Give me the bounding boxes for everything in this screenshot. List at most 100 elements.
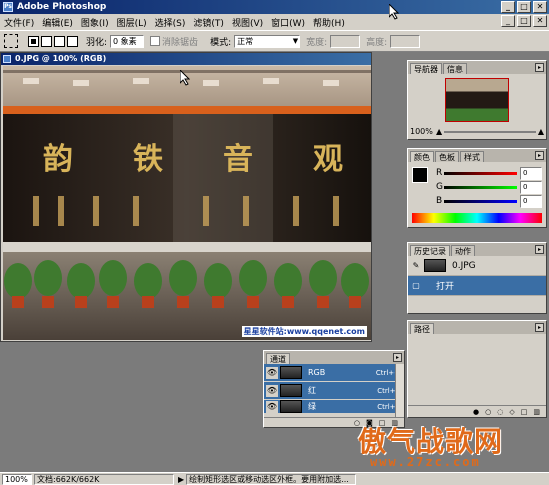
- channel-thumbnail: [280, 366, 302, 379]
- delete-path-icon[interactable]: ▥: [533, 408, 540, 416]
- tab-history[interactable]: 历史记录: [410, 245, 450, 256]
- panel-menu-icon[interactable]: ▸: [535, 151, 544, 160]
- new-path-icon[interactable]: □: [521, 408, 528, 416]
- panel-menu-icon[interactable]: ▸: [535, 323, 544, 332]
- history-brush-icon: ✎: [412, 260, 420, 270]
- navigator-zoom[interactable]: 100%: [410, 127, 436, 136]
- red-slider[interactable]: [444, 171, 517, 175]
- intersect-selection-icon[interactable]: [67, 35, 78, 47]
- channel-g-label: G: [436, 182, 443, 192]
- minimize-button[interactable]: _: [501, 1, 515, 13]
- menu-select[interactable]: 选择(S): [155, 16, 186, 29]
- color-panel: 颜色 色板 样式 ▸ R 0 G 0 B 0: [407, 148, 547, 228]
- zoom-in-icon[interactable]: ▲: [538, 127, 544, 136]
- document-canvas[interactable]: 韵 铁 音 观 星星软件站:www.qqenet.com: [3, 66, 371, 340]
- panel-menu-icon[interactable]: ▸: [393, 353, 402, 362]
- sign-char: 音: [223, 142, 253, 177]
- tab-color[interactable]: 颜色: [410, 151, 434, 162]
- feather-input[interactable]: 0 象素: [110, 34, 145, 48]
- menu-window[interactable]: 窗口(W): [271, 16, 305, 29]
- channel-row-rgb[interactable]: 👁 RGB Ctrl+~: [264, 364, 404, 382]
- channel-row-red[interactable]: 👁 红 Ctrl+1: [264, 382, 404, 400]
- style-label: 模式:: [210, 37, 232, 48]
- style-select[interactable]: 正常 ▼: [234, 34, 301, 48]
- height-label: 高度:: [366, 37, 388, 48]
- navigator-panel: 导航器 信息 ▸ 100% ▲ ▲: [407, 60, 547, 140]
- fill-path-icon[interactable]: ●: [473, 408, 479, 416]
- document-titlebar[interactable]: 0.JPG @ 100% (RGB): [1, 53, 371, 65]
- photoshop-window: Ps Adobe Photoshop _ □ ✕ 文件(F) 编辑(E) 图象(…: [0, 0, 549, 485]
- photo-watermark: 星星软件站:www.qqenet.com: [241, 326, 367, 337]
- tab-styles[interactable]: 样式: [460, 151, 484, 162]
- make-path-icon[interactable]: ◇: [509, 408, 514, 416]
- channel-b-label: B: [436, 196, 443, 206]
- open-state-icon: ▢: [412, 280, 420, 290]
- channel-r-label: R: [436, 168, 443, 178]
- mouse-cursor-icon: [389, 4, 399, 20]
- status-zoom[interactable]: 100%: [2, 473, 32, 485]
- doc-close-button[interactable]: ✕: [533, 15, 547, 27]
- visibility-eye-icon[interactable]: 👁: [266, 400, 278, 413]
- menu-view[interactable]: 视图(V): [232, 16, 263, 29]
- site-watermark-url: www.27zc.com: [370, 455, 481, 469]
- blue-value[interactable]: 0: [520, 194, 542, 208]
- doc-restore-button[interactable]: □: [517, 15, 531, 27]
- tab-paths[interactable]: 路径: [410, 323, 434, 334]
- antialias-checkbox[interactable]: [150, 36, 161, 46]
- doc-minimize-button[interactable]: _: [501, 15, 515, 27]
- navigator-thumbnail[interactable]: [445, 78, 509, 122]
- menu-help[interactable]: 帮助(H): [313, 16, 345, 29]
- mouse-cursor-icon: [180, 70, 190, 86]
- tab-navigator[interactable]: 导航器: [410, 63, 442, 74]
- panel-menu-icon[interactable]: ▸: [535, 63, 544, 72]
- menu-edit[interactable]: 编辑(E): [42, 16, 73, 29]
- zoom-slider[interactable]: [444, 130, 536, 133]
- blue-slider[interactable]: [444, 199, 517, 203]
- red-value[interactable]: 0: [520, 166, 542, 180]
- stroke-path-icon[interactable]: ○: [485, 408, 491, 416]
- green-slider[interactable]: [444, 185, 517, 189]
- status-arrow-icon[interactable]: ▶: [178, 475, 184, 484]
- channel-name: 绿: [308, 402, 316, 411]
- history-snapshot[interactable]: ✎ 0.JPG: [408, 256, 546, 276]
- tab-actions[interactable]: 动作: [451, 245, 475, 256]
- document-title: 0.JPG @ 100% (RGB): [15, 54, 107, 63]
- channels-panel: 通道 ▸ 👁 RGB Ctrl+~ 👁 红 Ctrl+1 👁 绿 Ctrl+2 …: [263, 350, 405, 428]
- document-window: 0.JPG @ 100% (RGB) 韵 铁 音 观 星星软件站:www.qqe…: [0, 52, 372, 342]
- tab-info[interactable]: 信息: [443, 63, 467, 74]
- load-selection-icon[interactable]: ◌: [497, 408, 503, 416]
- menu-bar: 文件(F) 编辑(E) 图象(I) 图层(L) 选择(S) 滤镜(T) 视图(V…: [0, 14, 549, 30]
- add-selection-icon[interactable]: [41, 35, 52, 47]
- menu-file[interactable]: 文件(F): [4, 16, 34, 29]
- green-value[interactable]: 0: [520, 180, 542, 194]
- close-button[interactable]: ✕: [533, 1, 547, 13]
- subtract-selection-icon[interactable]: [54, 35, 65, 47]
- panel-menu-icon[interactable]: ▸: [535, 245, 544, 254]
- maximize-button[interactable]: □: [517, 1, 531, 13]
- menu-filter[interactable]: 滤镜(T): [193, 16, 224, 29]
- menu-image[interactable]: 图象(I): [81, 16, 109, 29]
- rect-marquee-icon[interactable]: [4, 34, 18, 48]
- new-selection-icon[interactable]: [28, 35, 39, 47]
- feather-label: 羽化:: [86, 37, 108, 48]
- photo-image: [3, 66, 371, 340]
- color-spectrum-bar[interactable]: [412, 213, 542, 223]
- history-state-label: 打开: [436, 282, 455, 292]
- zoom-out-icon[interactable]: ▲: [436, 127, 442, 136]
- channel-name: 红: [308, 386, 316, 395]
- sign-char: 铁: [133, 142, 163, 177]
- channel-thumbnail: [280, 384, 302, 397]
- sign-char: 韵: [43, 142, 73, 177]
- visibility-eye-icon[interactable]: 👁: [266, 384, 278, 397]
- tab-swatches[interactable]: 色板: [435, 151, 459, 162]
- history-state-open[interactable]: ▢ 打开: [408, 276, 546, 296]
- history-panel: 历史记录 动作 ▸ ✎ 0.JPG ▢ 打开: [407, 242, 547, 314]
- menu-layer[interactable]: 图层(L): [117, 16, 147, 29]
- tab-channels[interactable]: 通道: [266, 353, 290, 364]
- visibility-eye-icon[interactable]: 👁: [266, 366, 278, 379]
- foreground-color-swatch[interactable]: [412, 167, 428, 183]
- channel-row-green[interactable]: 👁 绿 Ctrl+2: [264, 400, 404, 414]
- status-doc-size[interactable]: 文档:662K/662K: [34, 473, 174, 485]
- style-value: 正常: [237, 36, 254, 46]
- channels-scrollbar[interactable]: [395, 364, 404, 417]
